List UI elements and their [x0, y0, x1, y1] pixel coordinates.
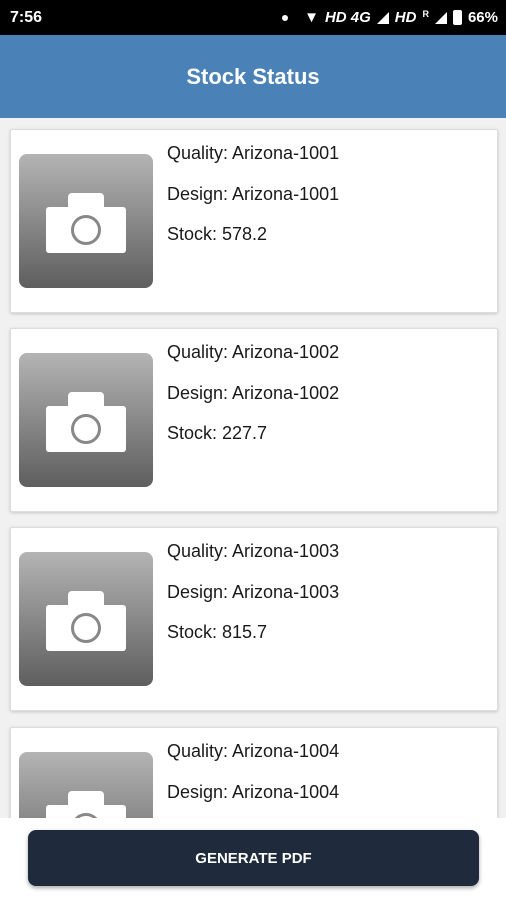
notification-dot-icon [282, 14, 289, 21]
camera-lens [71, 215, 101, 245]
footer: GENERATE PDF [0, 818, 506, 900]
camera-lens [71, 414, 101, 444]
stock-text: Stock: 578.2 [167, 224, 268, 244]
item-thumbnail [19, 752, 153, 818]
quality-text: Quality: Arizona-1001 [167, 143, 340, 163]
quality-text: Quality: Arizona-1004 [167, 741, 340, 761]
item-thumbnail [19, 353, 153, 487]
stock-card[interactable]: Quality: Arizona-1003 Design: Arizona-10… [10, 527, 498, 711]
design-text: Design: Arizona-1004 [167, 781, 340, 802]
quality-text: Quality: Arizona-1002 [167, 342, 340, 362]
battery-icon [452, 10, 462, 25]
item-info: Quality: Arizona-1001 Design: Arizona-10… [167, 142, 339, 264]
camera-lens [71, 613, 101, 643]
design-text: Design: Arizona-1001 [167, 183, 340, 204]
battery-percentage: 66% [467, 9, 498, 26]
stock-card[interactable]: Quality: Arizona-1002 Design: Arizona-10… [10, 328, 498, 512]
status-bar: 7:56 ▼ HD 4G HD R 66% [0, 0, 506, 35]
design-text: Design: Arizona-1003 [167, 581, 340, 602]
stock-card[interactable]: Quality: Arizona-1004 Design: Arizona-10… [10, 727, 498, 818]
stock-text: Stock: 815.7 [167, 622, 268, 642]
item-info: Quality: Arizona-1003 Design: Arizona-10… [167, 540, 339, 662]
item-info: Quality: Arizona-1004 Design: Arizona-10… [167, 740, 339, 818]
stock-list[interactable]: Quality: Arizona-1001 Design: Arizona-10… [0, 118, 506, 818]
signal-icon-2 [434, 11, 447, 24]
item-thumbnail [19, 552, 153, 686]
stock-card[interactable]: Quality: Arizona-1001 Design: Arizona-10… [10, 129, 498, 313]
item-thumbnail [19, 154, 153, 288]
network-right-label: HD [394, 9, 417, 26]
page-title: Stock Status [186, 63, 320, 89]
status-time: 7:56 [10, 8, 43, 26]
quality-text: Quality: Arizona-1003 [167, 541, 340, 561]
design-text: Design: Arizona-1002 [167, 382, 340, 403]
roaming-label: R [422, 8, 429, 19]
wifi-icon: ▼ [304, 9, 319, 26]
status-icons: ▼ HD 4G HD R 66% [282, 9, 498, 26]
item-info: Quality: Arizona-1002 Design: Arizona-10… [167, 341, 339, 463]
stock-text: Stock: 227.7 [167, 423, 268, 443]
network-left-label: HD 4G [324, 9, 371, 26]
app-bar: Stock Status [0, 35, 506, 118]
generate-pdf-button[interactable]: GENERATE PDF [28, 830, 479, 886]
signal-icon [376, 11, 389, 24]
